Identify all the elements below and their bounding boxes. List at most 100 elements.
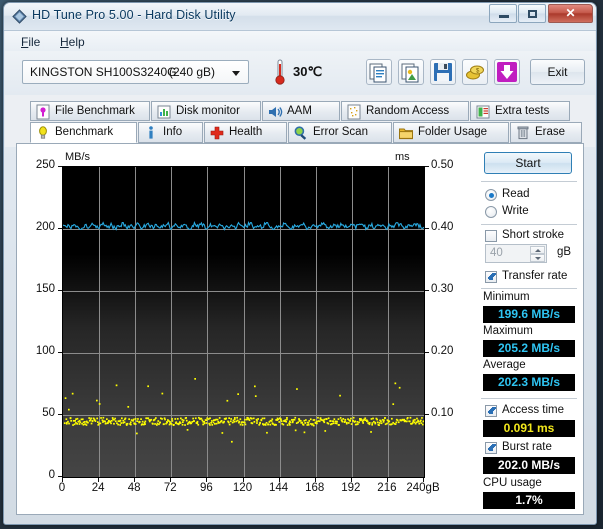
minimum-value: 199.6 MB/s [483,306,575,323]
minimize-icon [499,15,509,18]
chart-xtick-label: 240gB [406,482,440,494]
tab-error-scan[interactable]: Error Scan [288,122,392,143]
short-stroke-value: 40 [490,247,503,259]
chart-ytick [58,476,62,477]
tab-label: Error Scan [313,126,368,138]
tab-extra-tests[interactable]: Extra tests [470,101,570,121]
chart-xtick-label: 96 [199,482,213,494]
chevron-down-icon [232,71,240,76]
burst-rate-value: 202.0 MB/s [483,457,575,474]
chart-xtick-label: 144 [269,482,289,494]
chart-xtick-label: 216 [377,482,397,494]
chart-xtick [98,478,100,482]
tab-random-access[interactable]: Random Access [341,101,469,121]
chart-y2tick-label: 0.20 [431,345,454,357]
menu-item-file[interactable]: File [14,34,47,50]
chart-xtick [350,478,352,482]
chart-ytick [58,290,62,291]
copy-text-icon[interactable] [366,59,392,85]
health-cross-icon [210,126,224,140]
download-arrow-icon[interactable] [494,59,520,85]
drive-capacity-label: (240 gB) [169,65,216,79]
chart-ytick-label: 200 [35,221,55,233]
chart-y2tick-label: 0.40 [431,221,454,233]
chart-xtick-label: 48 [127,482,141,494]
burst-rate-label: Burst rate [502,441,552,453]
extra-tests-icon [476,105,490,119]
temperature-value: 30℃ [293,64,323,79]
window-title: HD Tune Pro 5.00 - Hard Disk Utility [32,8,236,22]
chart-xtick-label: 0 [58,482,66,494]
coins-icon[interactable]: $ [462,59,488,85]
maximum-label: Maximum [483,325,533,337]
short-stroke-stepper[interactable]: 40 [485,244,547,263]
tab-folder-usage[interactable]: Folder Usage [393,122,509,143]
minimize-button[interactable] [489,4,517,23]
tab-erase[interactable]: Erase [510,122,582,143]
checkbox-access-time-icon [485,405,497,417]
copy-image-icon[interactable] [398,59,424,85]
checkbox-short-stroke-icon [485,230,497,242]
benchmark-chart: MB/s ms 0 50 100 150 200 250 0.10 0.20 0.30 0.40 0… [17,144,475,514]
chart-xtick-label: 192 [341,482,361,494]
save-icon[interactable] [430,59,456,85]
maximize-icon [528,10,537,18]
tab-info[interactable]: Info [138,122,203,143]
chart-ytick-label: 0 [48,469,55,481]
menu-file-label: ile [28,35,41,49]
maximize-button[interactable] [518,4,546,23]
start-button[interactable]: Start [484,152,572,174]
radio-write-label: Write [502,205,529,217]
close-icon: ✕ [565,6,576,20]
stepper-down-button[interactable] [530,254,545,262]
chart-ytick [58,228,62,229]
chart-y2tick [425,352,429,353]
title-bar: HD Tune Pro 5.00 - Hard Disk Utility ✕ [4,3,596,31]
chart-ytick-label: 100 [35,345,55,357]
tab-label: Disk monitor [176,105,240,117]
menu-bar: File Help [5,31,595,52]
short-stroke-unit: gB [557,246,572,258]
tab-label: Extra tests [495,105,550,117]
tab-health[interactable]: Health [204,122,287,143]
tab-label: Benchmark [55,126,114,138]
chart-xtick [386,478,388,482]
chart-xtick [62,478,63,482]
exit-button[interactable]: Exit [530,59,585,85]
checkbox-transfer-rate-icon [485,271,497,283]
tab-benchmark[interactable]: Benchmark [30,122,137,143]
chart-series [63,220,424,443]
stepper-up-button[interactable] [530,246,545,254]
close-button[interactable]: ✕ [548,4,593,23]
chart-y2tick [425,290,429,291]
chart-y2tick [425,228,429,229]
chart-y2tick-label: 0.30 [431,283,454,295]
tab-label: Erase [535,126,566,138]
trash-icon [517,126,529,140]
caret-down-icon [535,257,541,260]
menu-item-help[interactable]: Help [53,34,92,50]
transfer-rate-label: Transfer rate [502,270,568,282]
hdtune-logo-icon [12,9,27,24]
benchmark-panel: MB/s ms 0 50 100 150 200 250 0.10 0.20 0.30 0.40 0… [16,143,584,515]
tab-label: Health [229,126,263,138]
radio-read-icon [485,189,497,201]
tab-disk-monitor[interactable]: Disk monitor [151,101,261,121]
chart-ytick [58,166,62,167]
chart-ylabel: MB/s [65,151,91,163]
tab-file-benchmark[interactable]: File Benchmark [30,101,150,121]
tab-label: Info [163,126,183,138]
tab-label: Random Access [366,105,450,117]
chart-xtick-label: 168 [305,482,325,494]
file-benchmark-icon [36,104,50,120]
magnifier-icon [294,126,307,140]
chart-xtick [134,478,136,482]
chart-xtick [242,478,244,482]
menu-help-label: elp [68,35,85,49]
drive-select[interactable]: KINGSTON SH100S3240G (240 gB) [22,60,249,84]
chart-ytick-label: 50 [42,407,55,419]
chart-ytick-label: 150 [35,283,55,295]
access-time-value: 0.091 ms [483,420,575,437]
caret-up-icon [535,249,541,252]
tab-aam[interactable]: AAM [262,101,340,121]
